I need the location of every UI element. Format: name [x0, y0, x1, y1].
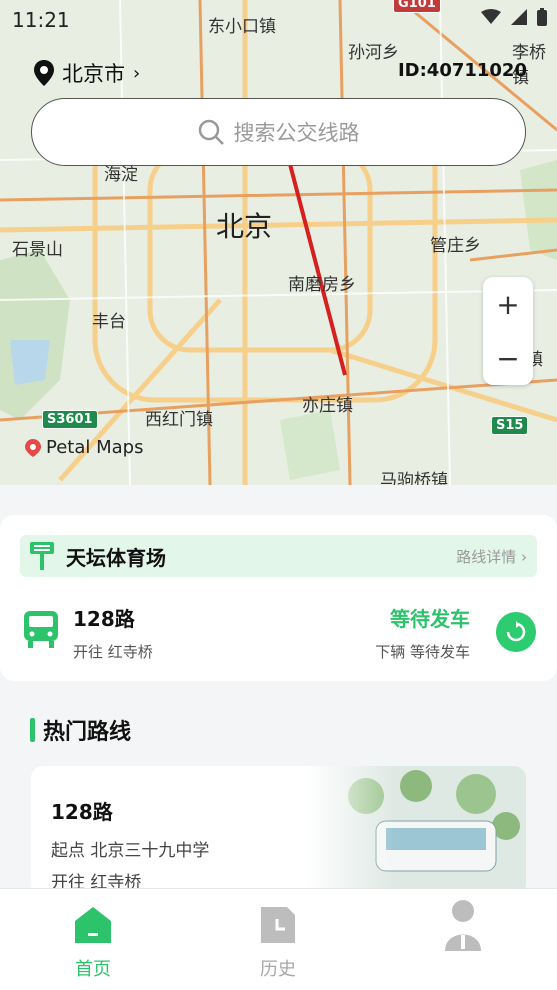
bus-stop-sign-icon [30, 542, 54, 570]
wifi-icon [481, 9, 501, 24]
search-icon [198, 119, 224, 145]
map-label: 马驹桥镇 [380, 471, 448, 485]
refresh-button[interactable] [496, 612, 536, 652]
city-selector[interactable]: 北京市 › [34, 58, 140, 88]
highway-shield: S15 [491, 416, 529, 435]
zoom-out-button[interactable]: − [483, 331, 533, 385]
search-placeholder: 搜索公交线路 [233, 121, 360, 145]
tab-home[interactable]: 首页 [48, 903, 138, 981]
route-name: 128路 [73, 607, 135, 631]
home-icon [75, 907, 111, 943]
map-label: 西红门镇 [145, 410, 213, 430]
status-time: 11:21 [12, 8, 70, 32]
city-name: 北京市 [62, 62, 125, 86]
search-bar[interactable]: 搜索公交线路 [31, 98, 526, 166]
stop-header[interactable]: 天坛体育场 路线详情 › [20, 535, 537, 577]
next-bus-status: 下辆 等待发车 [375, 643, 470, 661]
stop-name: 天坛体育场 [66, 545, 166, 570]
highway-shield: S3601 [42, 410, 98, 429]
chevron-right-icon: › [133, 62, 141, 84]
hot-route-start: 起点 北京三十九中学 [51, 841, 210, 861]
hot-route-name: 128路 [51, 800, 113, 824]
bus-illustration [306, 766, 526, 896]
map-label: 孙河乡 [348, 43, 399, 63]
map-label: 管庄乡 [430, 236, 481, 256]
map-label: 南磨房乡 [288, 275, 356, 295]
battery-icon [537, 8, 547, 26]
stop-card: 天坛体育场 路线详情 › 128路 开往 红寺桥 等待发车 下辆 等待发车 [0, 515, 557, 681]
refresh-icon [506, 621, 526, 642]
tab-history[interactable]: 历史 [233, 903, 323, 981]
map-view[interactable]: 东小口镇 孙河乡 李桥镇 北京 石景山 管庄乡 南磨房乡 丰台 公期镇 西红门镇… [0, 0, 557, 485]
route-detail-link[interactable]: 路线详情 › [456, 546, 527, 567]
signal-icon [511, 9, 527, 25]
user-id: ID:40711020 [397, 60, 527, 81]
status-bar: 11:21 [0, 0, 557, 40]
location-pin-icon [34, 60, 54, 86]
map-label: 石景山 [12, 240, 63, 260]
route-direction: 开往 红寺桥 [73, 643, 153, 661]
status-icons [481, 8, 547, 26]
user-icon [445, 900, 481, 951]
hot-route-card[interactable]: 128路 起点 北京三十九中学 开往 红寺桥 [31, 766, 526, 896]
hot-routes-heading: 热门路线 [30, 714, 131, 746]
arrival-status: 等待发车 [390, 607, 470, 631]
zoom-control: + − [483, 277, 533, 385]
map-label: 丰台 [92, 312, 126, 332]
map-brand-label: Petal Maps [46, 437, 144, 458]
tab-profile[interactable] [418, 900, 508, 955]
bus-icon [24, 611, 58, 648]
map-label: 亦庄镇 [302, 396, 353, 416]
map-label-city: 北京 [216, 210, 273, 243]
zoom-in-button[interactable]: + [483, 277, 533, 331]
map-brand: Petal Maps [24, 437, 143, 458]
bottom-tab-bar: 首页 历史 [0, 888, 557, 990]
petal-maps-logo-icon [25, 438, 41, 457]
history-icon [261, 907, 295, 943]
heading-accent-bar [30, 718, 35, 742]
